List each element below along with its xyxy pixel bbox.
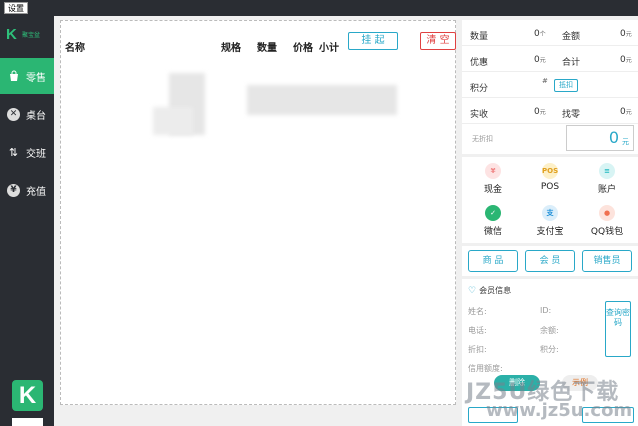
tab-goods[interactable]: 商 品 — [468, 250, 518, 272]
amount-input-unit: 元 — [622, 138, 629, 146]
pay-label: 微信 — [483, 227, 502, 237]
wechat-icon: ✓ — [485, 205, 501, 221]
sidebar: K 聚宝盆 零售 ✕ 桌台 ⇅ 交班 ¥ 充值 K — [0, 16, 54, 426]
total-label: 合计 — [562, 58, 581, 68]
logo-text: 聚宝盆 — [22, 31, 41, 39]
member-balance-label: 余额: — [540, 326, 559, 335]
discount-label: 优惠 — [470, 58, 489, 68]
pay-label: QQ钱包 — [590, 227, 624, 237]
column-spec: 规格 — [221, 43, 241, 54]
account-icon: ≡ — [599, 163, 615, 179]
blurred-image — [153, 107, 193, 135]
close-circle-icon: ✕ — [7, 107, 20, 121]
sidebar-item-label: 交班 — [26, 148, 46, 160]
watermark-url: www.jz5u.com — [486, 400, 633, 421]
change-label: 找零 — [562, 110, 581, 120]
pay-account-button[interactable]: ≡ 账户 — [578, 159, 636, 199]
discount-value: 0元 — [534, 55, 546, 65]
pay-wechat-button[interactable]: ✓ 微信 — [464, 201, 522, 241]
tab-member[interactable]: 会 员 — [525, 250, 575, 272]
main-area: 名称 规格 数量 价格 小计 挂 起 清 空 数量 0个 金额 0元 优惠 0元… — [54, 16, 638, 426]
summary-panel: 数量 0个 金额 0元 优惠 0元 合计 0元 积分 # 抵扣 实收 0元 找零… — [462, 20, 638, 154]
received-label: 实收 — [470, 110, 489, 120]
sidebar-item-label: 零售 — [26, 72, 46, 84]
pay-cash-button[interactable]: ¥ 现金 — [464, 159, 522, 199]
pay-qqwallet-button[interactable]: ● QQ钱包 — [578, 201, 636, 241]
sidebar-item-recharge[interactable]: ¥ 充值 — [0, 172, 54, 208]
member-credit-label: 信用额度: — [468, 364, 503, 373]
summary-row: 数量 0个 金额 0元 — [462, 22, 638, 46]
received-value: 0元 — [534, 107, 546, 117]
cart-header: 名称 规格 数量 价格 小计 挂 起 清 空 — [61, 21, 457, 61]
redeem-button[interactable]: 抵扣 — [554, 79, 578, 92]
cash-icon: ¥ — [485, 163, 501, 179]
summary-row: 实收 0元 找零 0元 — [462, 100, 638, 124]
pay-label: POS — [540, 182, 560, 192]
pay-alipay-button[interactable]: 支 支付宝 — [521, 201, 579, 241]
amount-input[interactable]: 0 元 — [566, 125, 634, 151]
bottom-logo-base — [12, 418, 43, 426]
heart-icon: ♡ — [468, 285, 477, 296]
alipay-icon: 支 — [542, 205, 558, 221]
pay-label: 现金 — [483, 185, 502, 195]
pay-label: 账户 — [597, 185, 616, 195]
points-hash: # — [542, 77, 548, 85]
change-value: 0元 — [620, 107, 632, 117]
column-subtotal: 小计 — [319, 43, 339, 54]
tab-seller[interactable]: 销售员 — [582, 250, 632, 272]
amount-value: 0元 — [620, 29, 632, 39]
summary-row: 积分 # 抵扣 — [462, 74, 638, 98]
sidebar-item-label: 充值 — [26, 186, 46, 198]
member-phone-label: 电话: — [468, 326, 487, 335]
amount-input-value: 0 — [608, 128, 619, 147]
clear-cart-button[interactable]: 清 空 — [420, 32, 456, 50]
hang-order-button[interactable]: 挂 起 — [348, 32, 398, 50]
no-discount-label: 无折扣 — [472, 135, 493, 143]
sidebar-item-retail[interactable]: 零售 — [0, 58, 54, 94]
sidebar-item-table[interactable]: ✕ 桌台 — [0, 96, 54, 132]
member-title: ♡ 会员信息 — [468, 285, 511, 296]
summary-row: 优惠 0元 合计 0元 — [462, 48, 638, 72]
member-id-label: ID: — [540, 306, 552, 315]
column-qty: 数量 — [257, 43, 277, 54]
column-price: 价格 — [293, 43, 313, 54]
total-value: 0元 — [620, 55, 632, 65]
tab-bar: 商 品 会 员 销售员 — [462, 246, 638, 276]
app-logo: K 聚宝盆 — [6, 26, 50, 44]
qty-value: 0个 — [534, 29, 546, 39]
member-name-label: 姓名: — [468, 307, 487, 316]
settings-button[interactable]: 设置 — [4, 2, 28, 14]
points-label: 积分 — [470, 84, 489, 94]
column-name: 名称 — [65, 43, 85, 54]
top-bar: 设置 — [0, 0, 638, 16]
pos-icon: POS — [542, 163, 558, 179]
sidebar-item-shift[interactable]: ⇅ 交班 — [0, 134, 54, 170]
qty-label: 数量 — [470, 32, 489, 42]
bottom-logo: K — [12, 380, 43, 411]
member-points-label: 积分: — [540, 345, 559, 354]
blurred-image — [247, 85, 397, 115]
bag-icon — [7, 70, 20, 83]
swap-icon: ⇅ — [8, 145, 19, 159]
member-discount-label: 折扣: — [468, 345, 487, 354]
query-password-button[interactable]: 查询密码 — [605, 301, 631, 357]
pay-pos-button[interactable]: POS POS — [521, 159, 579, 199]
payment-panel: ¥ 现金 POS POS ≡ 账户 ✓ 微信 支 支付宝 ● QQ钱包 — [462, 157, 638, 243]
cart-panel: 名称 规格 数量 价格 小计 挂 起 清 空 — [60, 20, 456, 405]
logo-letter: K — [6, 26, 17, 43]
sidebar-item-label: 桌台 — [26, 110, 46, 122]
yen-circle-icon: ¥ — [7, 183, 20, 197]
member-title-text: 会员信息 — [479, 286, 512, 295]
pay-label: 支付宝 — [536, 227, 564, 237]
amount-label: 金额 — [562, 32, 581, 42]
qq-wallet-icon: ● — [599, 205, 615, 221]
